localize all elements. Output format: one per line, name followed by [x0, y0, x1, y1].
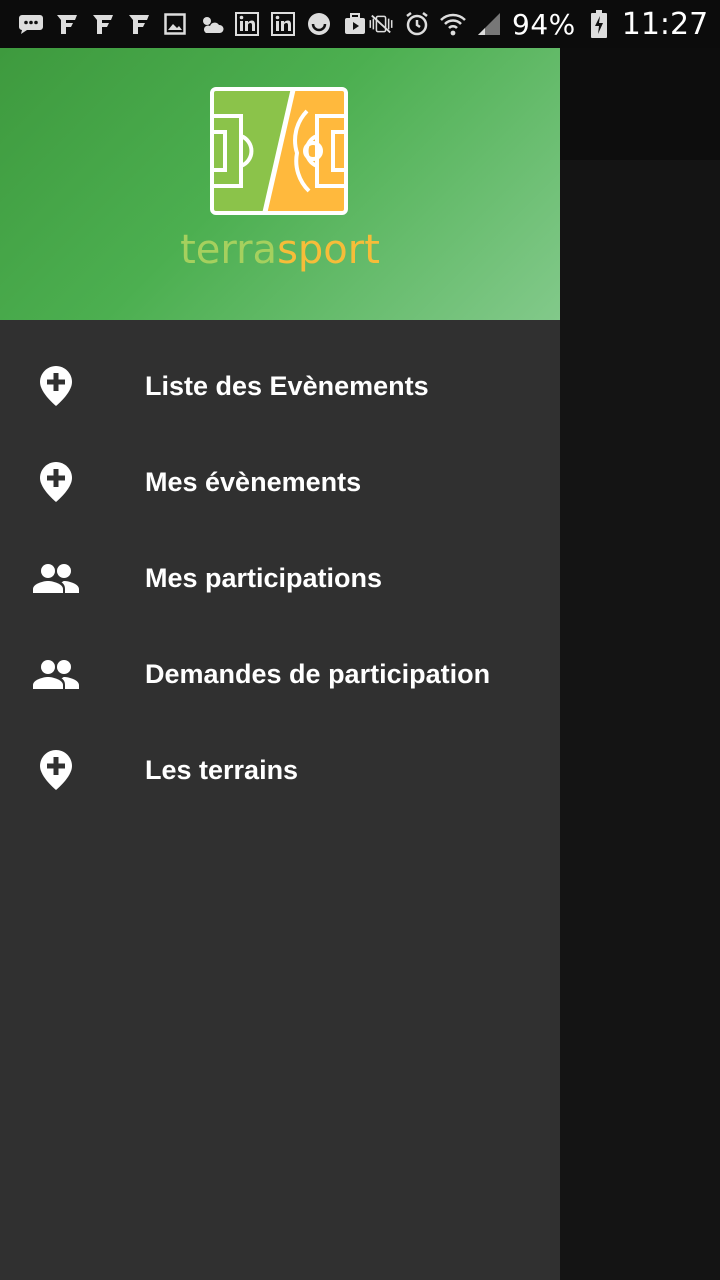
battery-percent: 94%: [512, 7, 576, 41]
app-toolbar-dimmed: [560, 48, 720, 160]
brand-name-part2: sport: [277, 227, 380, 273]
menu-item-mes-participations[interactable]: Mes participations: [0, 530, 560, 626]
add-location-icon: [30, 744, 82, 796]
menu-item-liste-des-evenements[interactable]: Liste des Evènements: [0, 338, 560, 434]
menu-item-demandes-de-participation[interactable]: Demandes de participation: [0, 626, 560, 722]
drawer-scrim[interactable]: [560, 160, 720, 1280]
menu-item-label: Mes participations: [145, 562, 383, 593]
f-icon: [90, 11, 116, 37]
image-icon: [162, 11, 188, 37]
weather-icon: [198, 11, 224, 37]
f-icon: [54, 11, 80, 37]
status-bar: 94% 11:27: [0, 0, 720, 48]
clock: 11:27: [621, 6, 709, 42]
add-location-icon: [30, 360, 82, 412]
chat-icon: [18, 11, 44, 37]
signal-icon: [476, 11, 502, 37]
drawer-header: terrasport: [0, 48, 560, 320]
linkedin-icon: [270, 11, 296, 37]
f-icon: [126, 11, 152, 37]
add-location-icon: [30, 456, 82, 508]
wifi-icon: [440, 11, 466, 37]
menu-item-label: Mes évènements: [145, 466, 362, 497]
brand-name-part1: terra: [180, 227, 278, 273]
brand-name: terrasport: [0, 226, 560, 274]
battery-charging-icon: [586, 10, 612, 38]
terrasport-logo-icon: [209, 86, 349, 216]
menu-item-les-terrains[interactable]: Les terrains: [0, 722, 560, 818]
system-icons: 94% 11:27: [368, 7, 720, 42]
menu-item-mes-evenements[interactable]: Mes évènements: [0, 434, 560, 530]
menu-item-label: Liste des Evènements: [145, 370, 429, 401]
alarm-icon: [404, 11, 430, 37]
menu-item-label: Les terrains: [145, 754, 299, 785]
linkedin-icon: [234, 11, 260, 37]
navigation-drawer: terrasport Liste des Evènements Mes évèn…: [0, 48, 560, 1280]
people-icon: [30, 552, 82, 604]
notification-icons: [0, 11, 368, 37]
smile-icon: [306, 11, 332, 37]
menu-item-label: Demandes de participation: [145, 658, 491, 689]
play-store-icon: [342, 11, 368, 37]
vibrate-mute-icon: [368, 11, 394, 37]
people-icon: [30, 648, 82, 700]
